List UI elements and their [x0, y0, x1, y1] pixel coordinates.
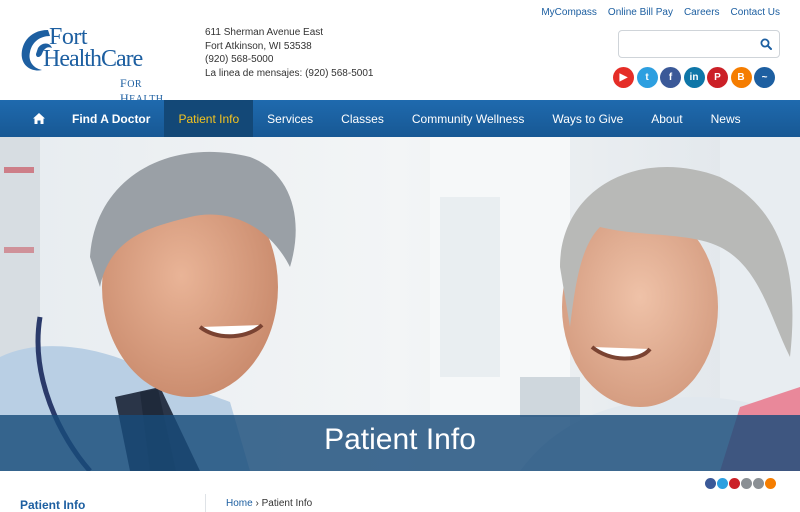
nav-services[interactable]: Services [253, 100, 327, 137]
pinterest-share-icon[interactable] [729, 478, 740, 489]
nav-community-wellness[interactable]: Community Wellness [398, 100, 538, 137]
breadcrumb-home[interactable]: Home [226, 498, 253, 509]
content-divider [205, 494, 206, 512]
breadcrumb-current: Patient Info [261, 498, 313, 509]
logo-line-fort: Fort [49, 24, 88, 50]
link-online-bill-pay[interactable]: Online Bill Pay [608, 7, 673, 18]
pinterest-icon[interactable]: P [707, 67, 728, 88]
facebook-icon[interactable]: f [660, 67, 681, 88]
share-toolbar [705, 478, 776, 489]
twitter-share-icon[interactable] [717, 478, 728, 489]
link-contact-us[interactable]: Contact Us [731, 7, 780, 18]
blogger-share-icon[interactable] [765, 478, 776, 489]
logo-line-healthcare: HealthCare [43, 46, 143, 72]
social-links: ▶ t f in P B ~ [613, 67, 775, 88]
print-share-icon[interactable] [753, 478, 764, 489]
nav-about[interactable]: About [637, 100, 696, 137]
home-icon [33, 113, 45, 124]
facebook-share-icon[interactable] [705, 478, 716, 489]
search-icon[interactable] [760, 38, 772, 50]
link-careers[interactable]: Careers [684, 7, 720, 18]
breadcrumb: Home › Patient Info [226, 498, 312, 509]
nav-news[interactable]: News [697, 100, 755, 137]
main-nav: Find A Doctor Patient Info Services Clas… [0, 100, 800, 137]
link-mycompass[interactable]: MyCompass [541, 7, 597, 18]
breadcrumb-separator: › [255, 498, 259, 509]
search-box [618, 30, 780, 58]
fort-healthcare-logo[interactable]: Fort HealthCare FOR HEALTH [18, 24, 178, 105]
address-phone: (920) 568-5000 [205, 54, 274, 65]
nav-find-a-doctor[interactable]: Find A Doctor [49, 100, 164, 137]
swimmer-icon[interactable]: ~ [754, 67, 775, 88]
search-input[interactable] [625, 35, 755, 53]
nav-patient-info[interactable]: Patient Info [164, 100, 254, 137]
address-city: Fort Atkinson, WI 53538 [205, 40, 312, 52]
utility-links: MyCompass Online Bill Pay Careers Contac… [541, 7, 780, 18]
nav-ways-to-give[interactable]: Ways to Give [538, 100, 637, 137]
logo-tagline-rest1: OR [127, 79, 143, 90]
address-street: 611 Sherman Avenue East [205, 27, 324, 38]
nav-home[interactable] [0, 100, 49, 137]
site-header: Fort HealthCare FOR HEALTH 611 Sherman A… [0, 0, 800, 105]
address-message-line: La linea de mensajes: (920) 568-5001 [205, 67, 374, 79]
logo-wordmark: Fort HealthCare [43, 24, 143, 71]
linkedin-icon[interactable]: in [683, 67, 705, 88]
twitter-icon[interactable]: t [636, 67, 658, 88]
blogger-icon[interactable]: B [730, 67, 752, 88]
sidebar-title: Patient Info [20, 498, 86, 512]
nav-classes[interactable]: Classes [327, 100, 398, 137]
email-share-icon[interactable] [741, 478, 752, 489]
youtube-icon[interactable]: ▶ [613, 67, 634, 88]
page-title: Patient Info [324, 423, 476, 456]
contact-address: 611 Sherman Avenue East Fort Atkinson, W… [205, 26, 373, 80]
hero-banner: Patient Info [0, 137, 800, 471]
